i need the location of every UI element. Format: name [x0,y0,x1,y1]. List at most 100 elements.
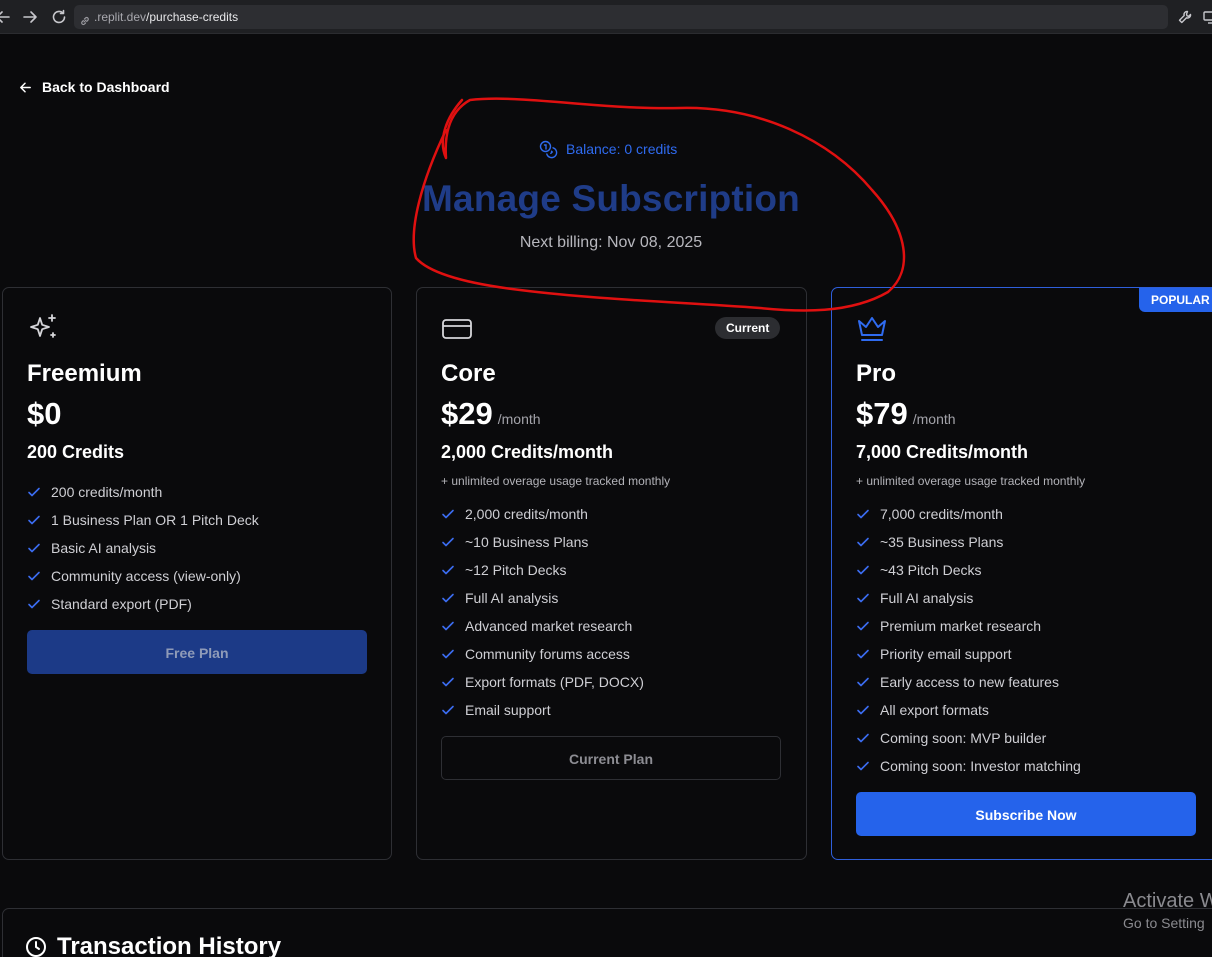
url-path: /purchase-credits [146,10,239,24]
price-row: $29 /month [441,396,541,432]
transaction-history-panel: Transaction History [2,908,1212,957]
feature-item: Coming soon: MVP builder [856,724,1081,752]
feature-label: Full AI analysis [880,590,974,606]
feature-label: Early access to new features [880,674,1059,690]
feature-item: Premium market research [856,612,1081,640]
subscribe-now-button[interactable]: Subscribe Now [856,792,1196,836]
back-arrow-icon[interactable] [0,8,12,26]
watermark-line: Activate W [1123,890,1212,912]
feature-label: 200 credits/month [51,484,163,500]
check-icon [441,535,455,549]
feature-label: 2,000 credits/month [465,506,588,522]
check-icon [856,759,870,773]
link-icon [79,11,91,26]
feature-label: Standard export (PDF) [51,596,192,612]
feature-label: Export formats (PDF, DOCX) [465,674,644,690]
overage-note: + unlimited overage usage tracked monthl… [856,474,1086,488]
plan-card-freemium: Freemium $0 200 Credits 200 credits/mont… [2,287,392,860]
page-title: Manage Subscription [422,178,800,219]
check-icon [856,619,870,633]
back-label: Back to Dashboard [42,79,170,95]
forward-arrow-icon[interactable] [21,8,39,26]
wrench-icon[interactable] [1177,9,1193,25]
check-icon [441,507,455,521]
feature-item: Full AI analysis [441,584,644,612]
feature-label: ~43 Pitch Decks [880,562,982,578]
check-icon [856,703,870,717]
check-icon [441,703,455,717]
clock-icon [26,937,46,957]
check-icon [441,675,455,689]
address-bar[interactable]: .replit.dev/purchase-credits [74,5,1168,29]
feature-list: 200 credits/month 1 Business Plan OR 1 P… [27,478,259,618]
plan-card-core: Current Core $29 /month 2,000 Credits/mo… [416,287,807,860]
feature-item: Email support [441,696,644,724]
overage-note: + unlimited overage usage tracked monthl… [441,474,671,488]
feature-item: Advanced market research [441,612,644,640]
check-icon [27,541,41,555]
feature-item: ~43 Pitch Decks [856,556,1081,584]
feature-item: 200 credits/month [27,478,259,506]
transaction-history-heading: Transaction History [25,933,281,957]
feature-label: Priority email support [880,646,1012,662]
reload-icon[interactable] [50,8,68,26]
check-icon [27,597,41,611]
feature-item: Full AI analysis [856,584,1081,612]
plan-card-pro: POPULAR Pro $79 /month 7,000 Credits/mon… [831,287,1212,860]
plan-name: Freemium [27,360,142,387]
plan-price: $29 [441,396,493,431]
feature-label: ~35 Business Plans [880,534,1004,550]
feature-item: ~35 Business Plans [856,528,1081,556]
feature-item: 2,000 credits/month [441,500,644,528]
feature-list: 2,000 credits/month ~10 Business Plans ~… [441,500,644,724]
plan-price: $79 [856,396,908,431]
balance-text: Balance: 0 credits [566,141,678,157]
feature-label: Coming soon: Investor matching [880,758,1081,774]
feature-label: 1 Business Plan OR 1 Pitch Deck [51,512,259,528]
plan-credits: 2,000 Credits/month [441,442,614,462]
check-icon [856,647,870,661]
feature-item: All export formats [856,696,1081,724]
check-icon [856,535,870,549]
feature-label: ~12 Pitch Decks [465,562,567,578]
feature-item: 7,000 credits/month [856,500,1081,528]
check-icon [27,513,41,527]
next-billing-text: Next billing: Nov 08, 2025 [519,234,703,251]
feature-label: Advanced market research [465,618,633,634]
check-icon [856,591,870,605]
feature-label: Community access (view-only) [51,568,241,584]
feature-label: Premium market research [880,618,1042,634]
watermark-line: Go to Setting [1123,915,1205,931]
plan-name: Core [441,360,496,387]
sparkles-icon [27,312,59,344]
feature-item: 1 Business Plan OR 1 Pitch Deck [27,506,259,534]
arrow-left-icon [20,82,31,92]
plan-name: Pro [856,360,897,387]
plan-period: /month [912,411,956,427]
browser-toolbar: .replit.dev/purchase-credits [0,0,1212,34]
feature-label: All export formats [880,702,989,718]
check-icon [856,563,870,577]
plan-period: /month [497,411,541,427]
plan-price: $0 [27,396,62,431]
activation-watermark: Activate W Go to Setting [1123,890,1212,931]
feature-item: Community forums access [441,640,644,668]
plan-credits: 200 Credits [27,442,125,462]
feature-label: Community forums access [465,646,630,662]
check-icon [27,569,41,583]
back-to-dashboard-link[interactable]: Back to Dashboard [18,78,170,96]
check-icon [856,731,870,745]
free-plan-button[interactable]: Free Plan [27,630,367,674]
check-icon [27,485,41,499]
feature-item: Basic AI analysis [27,534,259,562]
check-icon [856,675,870,689]
current-plan-button[interactable]: Current Plan [441,736,781,780]
current-badge: Current [715,317,781,339]
feature-item: Community access (view-only) [27,562,259,590]
feature-label: Basic AI analysis [51,540,157,556]
feature-item: ~12 Pitch Decks [441,556,644,584]
screen-icon[interactable] [1202,9,1212,25]
transaction-history-title: Transaction History [57,933,282,957]
popular-badge: POPULAR [1139,288,1212,312]
feature-item: Priority email support [856,640,1081,668]
